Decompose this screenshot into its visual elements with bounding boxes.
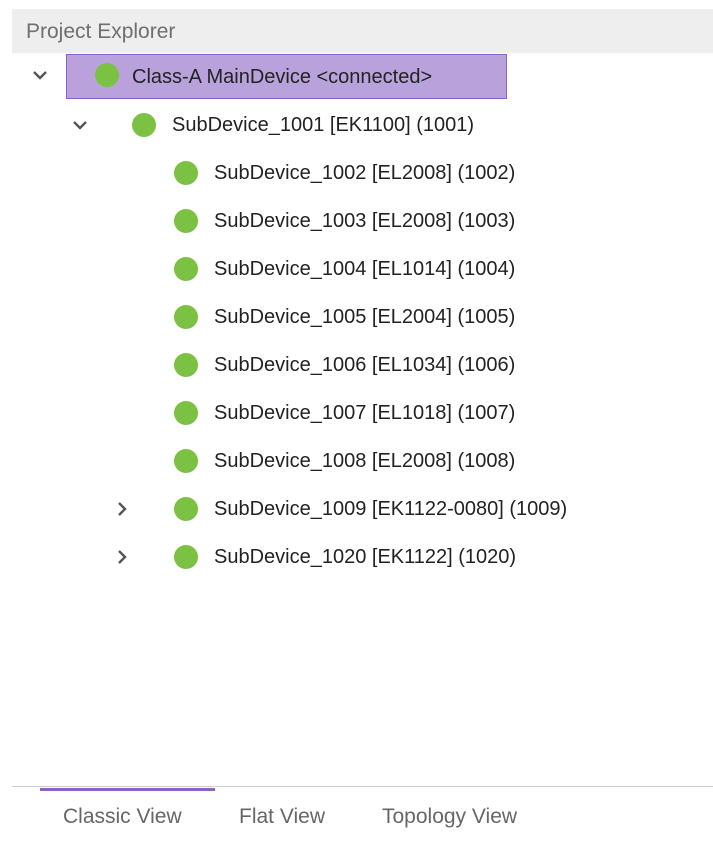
tree-node-label: Class-A MainDevice <connected> (132, 66, 433, 88)
tree-node-subdevice-1009[interactable]: SubDevice_1009 [EK1122-0080] (1009) (12, 489, 713, 529)
view-tab-bar: Classic View Flat View Topology View (12, 787, 713, 847)
status-connected-icon (174, 161, 198, 185)
tree-node-label: SubDevice_1001 [EK1100] (1001) (172, 114, 475, 136)
status-connected-icon (174, 401, 198, 425)
tree-node-label: SubDevice_1005 [EL2004] (1005) (214, 306, 516, 328)
project-explorer-panel: Project Explorer Class-A MainDevice <con… (0, 0, 713, 847)
status-connected-icon (174, 353, 198, 377)
tree-node-label: SubDevice_1009 [EK1122-0080] (1009) (214, 498, 568, 520)
status-connected-icon (174, 257, 198, 281)
tree-node-subdevice-1003[interactable]: SubDevice_1003 [EL2008] (1003) (12, 201, 713, 241)
tab-topology-view[interactable]: Topology View (382, 805, 517, 829)
tree-node-maindevice[interactable]: Class-A MainDevice <connected> (12, 53, 713, 101)
panel-title: Project Explorer (26, 20, 176, 43)
chevron-right-icon[interactable] (112, 547, 132, 567)
status-connected-icon (174, 497, 198, 521)
status-connected-icon (132, 113, 156, 137)
status-connected-icon (174, 209, 198, 233)
tree-node-label: SubDevice_1006 [EL1034] (1006) (214, 354, 516, 376)
tree-node-subdevice-1008[interactable]: SubDevice_1008 [EL2008] (1008) (12, 441, 713, 481)
panel-header: Project Explorer (12, 9, 713, 53)
tree-node-subdevice-1005[interactable]: SubDevice_1005 [EL2004] (1005) (12, 297, 713, 337)
tree-node-label: SubDevice_1007 [EL1018] (1007) (214, 402, 516, 424)
status-connected-icon (174, 545, 198, 569)
status-connected-icon (95, 63, 119, 87)
tree-node-label: SubDevice_1004 [EL1014] (1004) (214, 258, 516, 280)
tree-node-subdevice-1004[interactable]: SubDevice_1004 [EL1014] (1004) (12, 249, 713, 289)
tab-flat-view[interactable]: Flat View (239, 805, 325, 829)
status-connected-icon (174, 305, 198, 329)
tree-node-subdevice-1006[interactable]: SubDevice_1006 [EL1034] (1006) (12, 345, 713, 385)
tree-node-label: SubDevice_1002 [EL2008] (1002) (214, 162, 516, 184)
tree-node-subdevice-1020[interactable]: SubDevice_1020 [EK1122] (1020) (12, 537, 713, 577)
active-tab-indicator (40, 788, 215, 791)
left-gutter (0, 0, 12, 847)
tree-node-label: SubDevice_1008 [EL2008] (1008) (214, 450, 516, 472)
status-connected-icon (174, 449, 198, 473)
tree-node-subdevice-1002[interactable]: SubDevice_1002 [EL2008] (1002) (12, 153, 713, 193)
tree-node-subdevice-1001[interactable]: SubDevice_1001 [EK1100] (1001) (12, 105, 713, 145)
chevron-down-icon[interactable] (30, 65, 50, 85)
tree-node-label: SubDevice_1020 [EK1122] (1020) (214, 546, 517, 568)
chevron-down-icon[interactable] (70, 115, 90, 135)
tree-node-label: SubDevice_1003 [EL2008] (1003) (214, 210, 516, 232)
device-tree: Class-A MainDevice <connected> SubDevice… (12, 53, 713, 787)
tab-classic-view[interactable]: Classic View (63, 805, 182, 829)
chevron-right-icon[interactable] (112, 499, 132, 519)
tree-node-subdevice-1007[interactable]: SubDevice_1007 [EL1018] (1007) (12, 393, 713, 433)
